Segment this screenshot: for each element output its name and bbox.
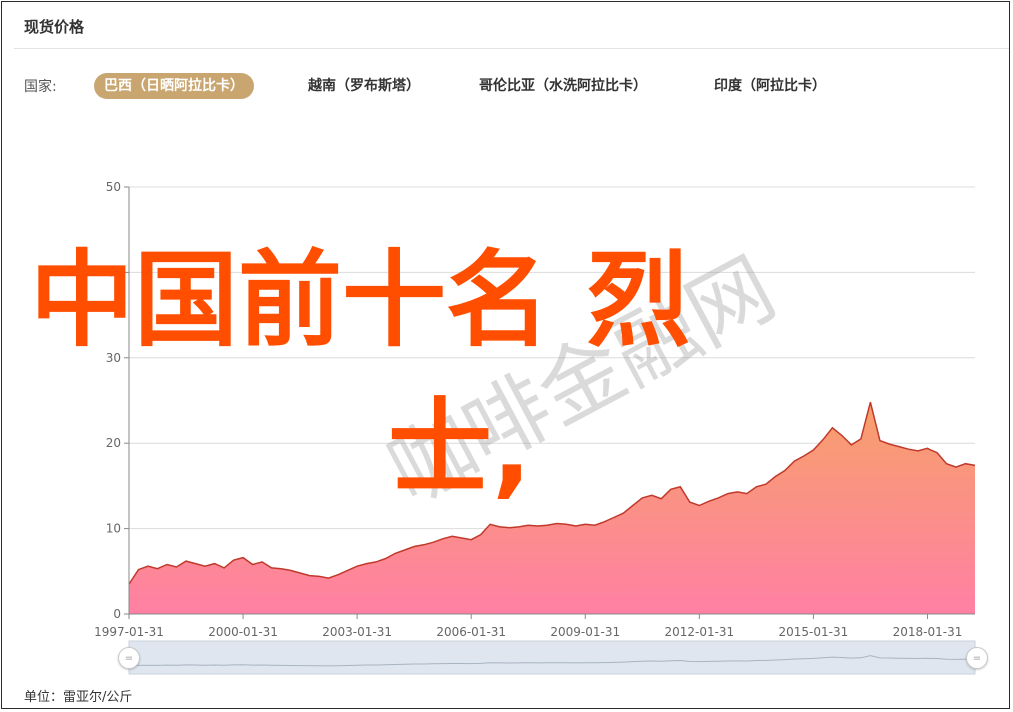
y-tick-label: 50 xyxy=(106,180,121,194)
slider-right-handle[interactable]: = xyxy=(966,647,988,669)
zoom-slider[interactable] xyxy=(128,640,976,675)
price-chart: 0 10 20 30 40 50 1997-01-31 2000-01-31 2003-01-3… xyxy=(94,180,976,675)
slider-left-handle[interactable]: = xyxy=(118,647,140,669)
y-tick-label: 20 xyxy=(106,436,121,450)
x-tick-label: 2018-01-31 xyxy=(893,625,963,639)
y-tick-label: 30 xyxy=(106,351,121,365)
x-tick-label: 2015-01-31 xyxy=(779,625,849,639)
y-tick-label: 0 xyxy=(113,607,121,621)
x-tick-label: 1997-01-31 xyxy=(94,625,164,639)
x-tick-label: 2003-01-31 xyxy=(322,625,392,639)
x-tick-label: 2000-01-31 xyxy=(208,625,278,639)
price-area-fill xyxy=(129,402,975,614)
price-area xyxy=(128,402,976,614)
y-tick-label: 10 xyxy=(106,522,121,536)
x-tick-label: 2009-01-31 xyxy=(550,625,620,639)
x-tick-label: 2006-01-31 xyxy=(436,625,506,639)
y-tick-label: 40 xyxy=(106,265,121,279)
x-tick-label: 2012-01-31 xyxy=(664,625,734,639)
